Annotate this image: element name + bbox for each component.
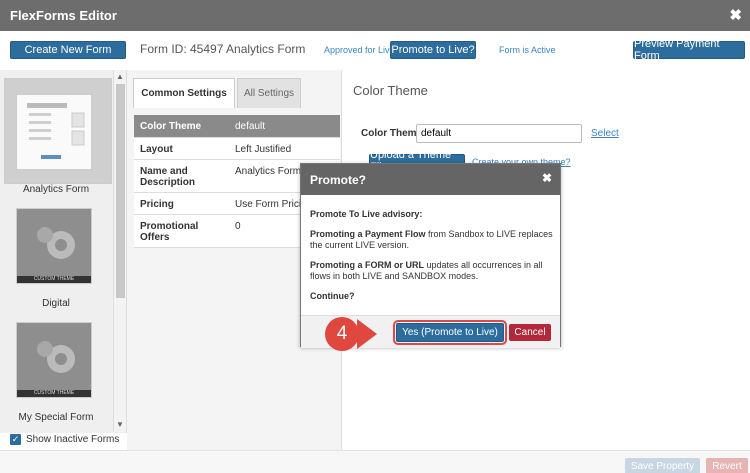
create-new-form-button[interactable]: Create New Form [10, 41, 126, 59]
title-bar: FlexForms Editor ✖ [0, 0, 750, 31]
form-id-label: Form ID: 45497 Analytics Form [140, 42, 306, 56]
form-label-analytics[interactable]: Analytics Form [0, 184, 112, 195]
revert-button[interactable]: Revert [706, 458, 748, 473]
dialog-header: Promote? ✖ [301, 164, 560, 195]
payment-flow-bold: Promoting a Payment Flow [310, 229, 426, 239]
promote-to-live-button[interactable]: Promote to Live? [390, 41, 476, 59]
setting-key: Layout [140, 144, 173, 155]
scroll-thumb[interactable] [116, 84, 125, 298]
form-preview-icon [27, 103, 85, 159]
custom-theme-band: CUSTOM THEME [17, 276, 91, 283]
setting-key: Pricing [140, 199, 174, 210]
show-inactive-toggle[interactable]: ✓ Show Inactive Forms [10, 434, 119, 445]
setting-value: Left Justified [235, 144, 292, 155]
form-url-bold: Promoting a FORM or URL [310, 260, 424, 270]
dialog-body: Promote To Live advisory: Promoting a Pa… [310, 209, 555, 311]
scroll-up-icon[interactable]: ▲ [116, 72, 124, 81]
scroll-down-icon[interactable]: ▼ [116, 420, 124, 429]
settings-row-color-theme[interactable]: Color Theme default [134, 115, 340, 138]
approved-status[interactable]: Approved for Live [324, 45, 395, 55]
advisory-heading: Promote To Live advisory: [310, 209, 423, 219]
gear-icon [37, 341, 75, 373]
preview-payment-form-button[interactable]: Preview Payment Form [633, 38, 745, 62]
yes-promote-button[interactable]: Yes (Promote to Live) [393, 320, 507, 345]
dialog-title: Promote? [310, 173, 367, 187]
select-link[interactable]: Select [591, 128, 619, 139]
form-list-panel: Analytics Form CUSTOM THEME Digital CUST… [0, 70, 127, 433]
step-number-badge: 4 [325, 317, 359, 351]
gear-icon [37, 227, 75, 259]
form-thumbnail-analytics[interactable] [16, 94, 92, 170]
tab-all-settings[interactable]: All Settings [237, 78, 301, 108]
form-thumbnail-my-special[interactable]: CUSTOM THEME [16, 322, 92, 398]
setting-key: Color Theme [140, 121, 202, 132]
setting-value: default [235, 121, 266, 132]
close-icon[interactable]: ✖ [542, 171, 552, 185]
cancel-button[interactable]: Cancel [509, 324, 551, 341]
setting-key: Promotional Offers [140, 221, 199, 243]
form-thumbnail-digital[interactable]: CUSTOM THEME [16, 208, 92, 284]
tab-common-settings[interactable]: Common Settings [133, 78, 235, 108]
panel-title: Color Theme [353, 83, 428, 98]
continue-text: Continue? [310, 291, 355, 301]
form-label-my-special[interactable]: My Special Form [0, 412, 112, 423]
save-property-button[interactable]: Save Property [625, 458, 700, 473]
settings-row-layout[interactable]: Layout Left Justified [134, 138, 340, 160]
checkbox-checked-icon[interactable]: ✓ [10, 434, 21, 445]
color-theme-label: Color Theme [361, 128, 423, 139]
active-status[interactable]: Form is Active [499, 45, 556, 55]
form-list-scrollbar[interactable]: ▲ ▼ [113, 70, 126, 432]
color-theme-input[interactable] [416, 124, 582, 143]
setting-key: Name and Description [140, 166, 196, 188]
step-arrow-icon [357, 319, 377, 349]
custom-theme-band: CUSTOM THEME [17, 390, 91, 397]
close-icon[interactable]: ✖ [729, 6, 742, 24]
show-inactive-label: Show Inactive Forms [26, 434, 120, 445]
app-title: FlexForms Editor [10, 8, 117, 23]
form-label-digital[interactable]: Digital [0, 298, 112, 309]
